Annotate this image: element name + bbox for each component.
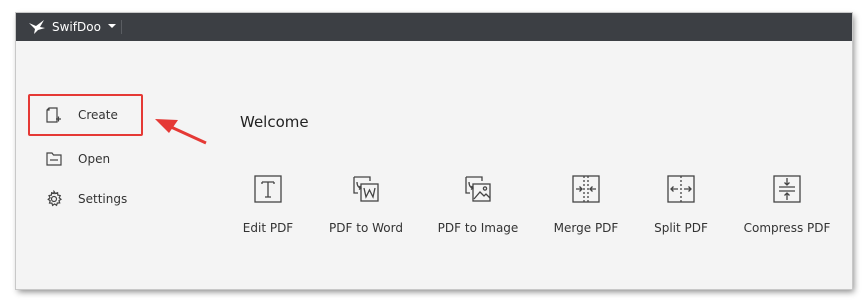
tool-split-pdf[interactable]: Split PDF <box>631 173 731 243</box>
split-icon <box>667 175 695 203</box>
gear-icon <box>47 190 63 207</box>
sidebar-item-open[interactable]: Open <box>29 139 145 179</box>
pointer-arrow-icon <box>155 119 207 145</box>
folder-open-icon <box>46 152 62 166</box>
app-title[interactable]: SwifDoo <box>52 19 101 35</box>
tool-label: Edit PDF <box>242 221 294 235</box>
tool-label: Split PDF <box>654 221 708 235</box>
sidebar-item-label: Settings <box>78 192 128 206</box>
tool-pdf-to-word[interactable]: PDF to Word <box>316 173 416 243</box>
title-bar: SwifDoo <box>16 13 852 41</box>
merge-icon <box>572 175 600 203</box>
pdf-to-word-icon <box>353 176 379 202</box>
tool-label: PDF to Image <box>437 221 519 235</box>
tool-label: Compress PDF <box>743 221 831 235</box>
page-title: Welcome <box>240 113 309 131</box>
sidebar-item-label: Open <box>78 152 111 166</box>
sidebar-item-settings[interactable]: Settings <box>29 179 145 219</box>
edit-text-icon <box>254 175 282 203</box>
tool-edit-pdf[interactable]: Edit PDF <box>218 173 318 243</box>
tool-pdf-to-image[interactable]: PDF to Image <box>428 173 528 243</box>
app-window: SwifDoo Create Open Settings Welcome Edi… <box>16 13 852 289</box>
tool-merge-pdf[interactable]: Merge PDF <box>536 173 636 243</box>
tool-compress-pdf[interactable]: Compress PDF <box>737 173 837 243</box>
tool-label: PDF to Word <box>329 221 403 235</box>
tool-label: Merge PDF <box>553 221 619 235</box>
compress-icon <box>773 175 801 203</box>
pdf-to-image-icon <box>465 176 491 202</box>
create-highlight-box <box>28 94 143 136</box>
swift-bird-logo-icon <box>29 20 45 34</box>
app-menu-chevron-down-icon[interactable] <box>108 24 116 28</box>
title-divider <box>121 20 122 34</box>
